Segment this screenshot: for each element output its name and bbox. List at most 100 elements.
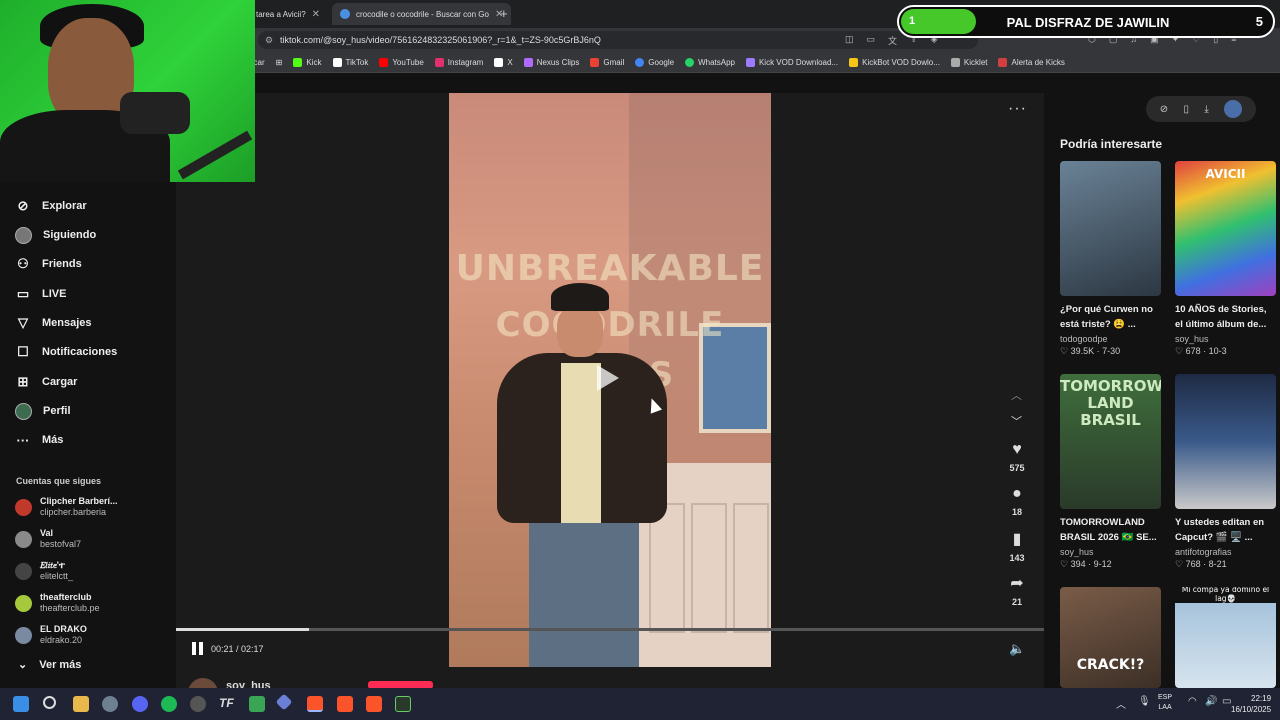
bookmark-gmail[interactable]: Gmail — [590, 57, 624, 67]
url-text: tiktok.com/@soy_hus/video/75616248323250… — [280, 35, 601, 45]
sidebar-item-label: LIVE — [42, 288, 67, 300]
brave-browser-icon[interactable] — [337, 696, 353, 712]
video-thumbnail — [1175, 374, 1276, 509]
following-handle: elitelctt_ — [40, 571, 74, 581]
language-indicator[interactable]: ESP LAA — [1158, 693, 1172, 713]
brave-browser-icon[interactable] — [307, 696, 323, 712]
tf-app-icon[interactable]: TF — [219, 696, 235, 712]
next-video-icon[interactable]: ﹀ — [1011, 413, 1022, 429]
app-diamond-icon[interactable] — [275, 693, 293, 711]
new-tab-icon[interactable]: + — [500, 6, 508, 21]
share-button[interactable]: ➦ 21 — [1000, 573, 1034, 607]
recommended-card[interactable]: TOMORROW LAND BRASIL TOMORROWLAND BRASIL… — [1060, 374, 1161, 570]
sidebar-item-label: Más — [42, 434, 64, 446]
avatar — [15, 498, 32, 516]
app-icon[interactable] — [102, 696, 118, 712]
bookmark-label: Kicklet — [963, 57, 988, 67]
bookmark-kick[interactable]: Kick — [293, 57, 322, 67]
network-icon[interactable]: ◠ — [1188, 696, 1197, 707]
following-section-title: Cuentas que sigues — [16, 476, 102, 486]
upload-icon: ⊞ — [17, 374, 29, 389]
previous-video-icon[interactable]: ︿ — [1011, 387, 1022, 403]
bookmark-kickbot-vod[interactable]: KickBot VOD Dowlo... — [849, 57, 940, 67]
bookmark-kicklet[interactable]: Kicklet — [950, 57, 988, 67]
following-item[interactable]: Val bestofval7 — [15, 528, 81, 550]
download-icon[interactable]: ⤓ — [1204, 104, 1208, 115]
app-icon[interactable] — [395, 696, 411, 712]
bookmark-whatsapp[interactable]: WhatsApp — [685, 57, 735, 67]
more-options-icon[interactable]: ··· — [1008, 100, 1027, 118]
speaker-icon[interactable]: 🔊 — [1205, 696, 1217, 707]
sidebar-item-label: Perfil — [43, 405, 71, 417]
recommended-card[interactable]: Mi compa ya domino el lag💀 — [1175, 587, 1276, 688]
following-item[interactable]: Clipcher Barberí... clipcher.barberia — [15, 496, 118, 518]
video-thumbnail: Mi compa ya domino el lag💀 — [1175, 587, 1276, 688]
bookmark-kick-vod[interactable]: Kick VOD Download... — [745, 57, 838, 67]
bookmark-youtube[interactable]: YouTube — [379, 57, 424, 67]
recommended-card[interactable]: AVICII 10 AÑOS de Stories, el último álb… — [1175, 161, 1276, 357]
file-explorer-icon[interactable] — [73, 696, 89, 712]
following-handle: bestofval7 — [40, 539, 82, 549]
spotify-icon[interactable] — [161, 696, 177, 712]
tab-google-search[interactable]: crocodile o cocodrile - Buscar con Go ✕ — [332, 3, 512, 25]
following-item[interactable]: theafterclub theafterclub.pe — [15, 592, 100, 614]
play-icon[interactable] — [597, 365, 619, 391]
bookmark-tiktok[interactable]: TikTok — [332, 57, 368, 67]
cabinet-door — [691, 503, 727, 633]
cast-icon[interactable]: ▭ — [867, 34, 876, 47]
video-player[interactable]: UNBREAKABLE COCODRILE TEARS — [449, 93, 771, 667]
following-item[interactable]: EL DRAKO eldrako.20 — [15, 624, 87, 646]
tab-avicii[interactable]: tarea a Avicii? ✕ — [248, 3, 328, 25]
close-icon[interactable]: ✕ — [312, 9, 320, 20]
apps-grid-icon[interactable]: ⊞ — [276, 58, 283, 67]
profile-avatar[interactable] — [1224, 100, 1243, 118]
save-button[interactable]: ▮ 143 — [1000, 529, 1034, 563]
device-icon[interactable]: ▯ — [1184, 104, 1190, 115]
sidebar-item-perfil[interactable]: Perfil — [15, 399, 71, 423]
chevron-up-icon[interactable]: ︿ — [1116, 696, 1126, 711]
recommended-card[interactable]: ¿Por qué Curwen no está triste? 😩 ... to… — [1060, 161, 1161, 357]
pause-icon[interactable] — [192, 642, 204, 655]
system-clock[interactable]: 22:19 16/10/2025 — [1231, 693, 1272, 715]
discord-icon[interactable] — [132, 696, 148, 712]
avatar — [15, 530, 32, 548]
see-more-button[interactable]: ⌄ Ver más — [18, 658, 81, 672]
youtube-icon — [379, 57, 389, 67]
coins-icon[interactable]: ⊘ — [1160, 104, 1168, 115]
translate-icon[interactable]: 文 — [888, 34, 897, 47]
recommended-card[interactable]: CRACK!? — [1060, 587, 1161, 688]
following-name: theafterclub — [40, 592, 92, 602]
search-icon[interactable] — [43, 696, 56, 709]
bookmark-x[interactable]: X — [494, 57, 513, 67]
app-green-icon[interactable] — [249, 696, 265, 712]
bookmark-nexus-clips[interactable]: Nexus Clips — [523, 57, 579, 67]
sidebar-item-cargar[interactable]: ⊞ Cargar — [15, 370, 78, 394]
volume-icon[interactable]: 🔈 — [1009, 641, 1025, 657]
windows-start-icon[interactable] — [13, 696, 29, 712]
like-button[interactable]: ♥ 575 — [1000, 441, 1034, 473]
sidebar-item-friends[interactable]: ⚇ Friends — [15, 252, 82, 276]
clock-time: 22:19 — [1251, 694, 1272, 703]
sidebar-item-notificaciones[interactable]: ☐ Notificaciones — [15, 340, 117, 364]
comment-button[interactable]: ● 18 — [1000, 485, 1034, 517]
sidebar-item-mas[interactable]: ··· Más — [15, 428, 64, 452]
sidebar-item-explorar[interactable]: ⊘ Explorar — [15, 194, 87, 218]
avatar — [15, 626, 32, 644]
obs-icon[interactable] — [190, 696, 206, 712]
recommended-card[interactable]: Y ustedes editan en Capcut? 🎬 🖥️ ... ant… — [1175, 374, 1276, 570]
video-progress-bar[interactable] — [176, 628, 1044, 631]
site-info-icon[interactable]: ⚙ — [265, 35, 273, 46]
compass-icon: ⊘ — [17, 198, 29, 213]
following-item[interactable]: 𝐸𝑙𝑖𝑡𝑒'ተ elitelctt_ — [15, 560, 73, 582]
sidebar-item-siguiendo[interactable]: Siguiendo — [15, 223, 96, 247]
bookmark-instagram[interactable]: Instagram — [434, 57, 483, 67]
bookmark-alerta-kicks[interactable]: Alerta de Kicks — [998, 57, 1065, 67]
video-progress-fill — [176, 628, 309, 631]
card-stats: ♡ 39.5K · 7-30 — [1060, 346, 1121, 356]
brave-browser-icon[interactable] — [366, 696, 382, 712]
bookmark-google[interactable]: Google — [635, 57, 674, 67]
sidebar-item-live[interactable]: ▭ LIVE — [15, 282, 67, 306]
microphone-icon[interactable]: 🎙 — [1138, 696, 1151, 707]
mute-tab-icon[interactable]: ◫ — [845, 34, 854, 47]
sidebar-item-mensajes[interactable]: ▽ Mensajes — [15, 311, 92, 335]
